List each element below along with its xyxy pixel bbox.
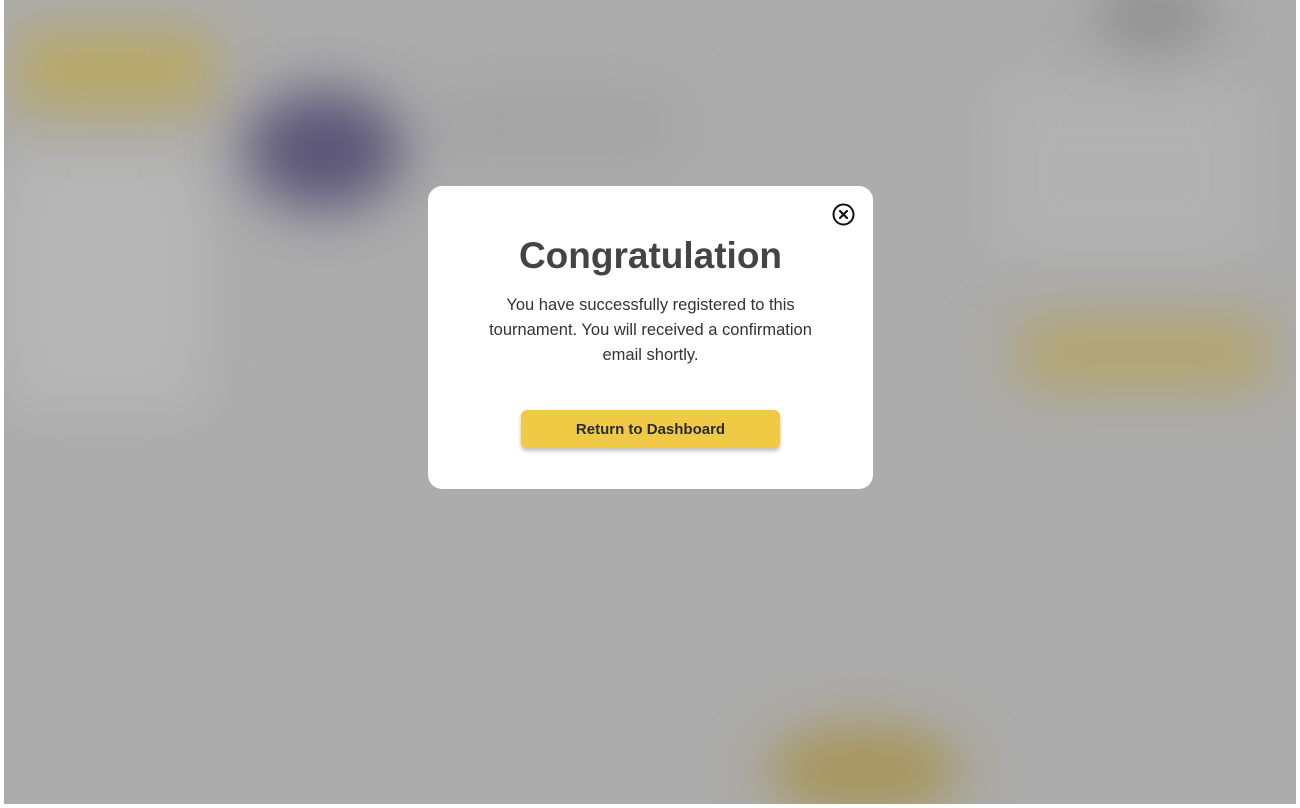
blurred-header-text — [434, 95, 674, 155]
blurred-avatar — [1094, 0, 1214, 50]
modal-message: You have successfully registered to this… — [489, 296, 812, 364]
blurred-register-button — [1014, 318, 1274, 388]
return-to-dashboard-button[interactable]: Return to Dashboard — [521, 410, 780, 448]
congratulation-modal: Congratulation You have successfully reg… — [428, 186, 873, 489]
blurred-logo — [14, 30, 214, 110]
modal-title: Congratulation — [518, 235, 783, 276]
blurred-bottom-button — [764, 725, 964, 804]
close-icon[interactable] — [832, 203, 855, 226]
blurred-panel-right — [994, 80, 1254, 260]
blurred-tournament-image — [244, 90, 404, 210]
blurred-panel-left — [4, 150, 204, 410]
